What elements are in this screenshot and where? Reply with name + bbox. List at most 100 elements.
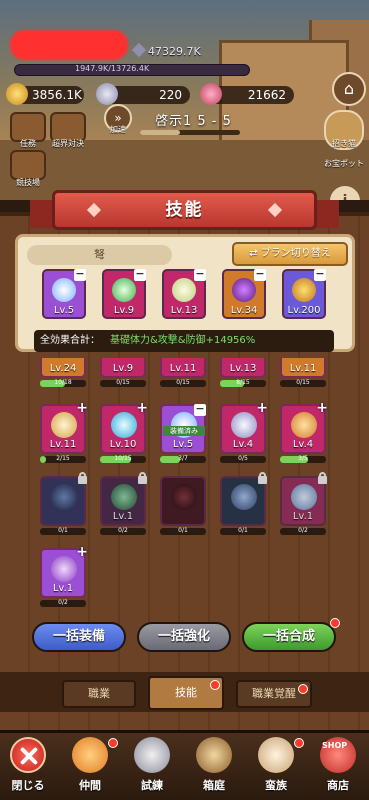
skill-progress: 8/15	[220, 379, 266, 387]
flower-skill-icon	[172, 278, 196, 302]
home-icon[interactable]: ⌂	[332, 72, 366, 106]
skill-card[interactable]: Lv.11	[160, 358, 206, 378]
gem-counter[interactable]: 21662	[200, 83, 294, 105]
combat-power-value: 47329.7K	[148, 45, 201, 58]
plan-switch-button[interactable]: ⇄ プラン切り替え	[232, 242, 348, 266]
lucky-cat-label: 招き猫	[332, 139, 356, 148]
hp-text: 1947.9K/13726.4K	[75, 64, 150, 73]
skill-level: Lv.10	[109, 439, 137, 450]
skill-progress: 3/5	[280, 455, 326, 463]
crossed-swords-icon	[134, 737, 170, 773]
skill-progress: 0/1	[160, 527, 206, 535]
equipped-skill-slot[interactable]: − Lv.5	[42, 268, 86, 319]
knight-skill-icon	[51, 412, 77, 438]
sword-icon	[131, 42, 147, 58]
gold-counter[interactable]: 3856.1K	[6, 83, 84, 105]
skill-progress: 0/15	[100, 379, 146, 387]
nav-garden[interactable]: 箱庭	[186, 735, 242, 797]
skill-card[interactable]: + Lv.1	[40, 544, 88, 598]
banner-ornament-right	[267, 202, 283, 218]
silver-ore-icon	[96, 83, 118, 105]
equip-all-button[interactable]: 一括装備	[32, 622, 126, 652]
unequip-icon[interactable]: −	[134, 268, 146, 281]
skill-level: Lv.4	[232, 439, 254, 450]
skill-grid: Lv.24 10/18 Lv.9 0/15 Lv.11 0/15 Lv.13 8…	[30, 358, 340, 610]
skill-card[interactable]: + Lv.4	[280, 400, 328, 454]
nav-close[interactable]: 閉じる	[0, 735, 56, 797]
plus-icon: +	[76, 400, 88, 416]
unequip-icon[interactable]: −	[74, 268, 86, 281]
unequip-icon[interactable]: −	[254, 268, 266, 281]
skill-card[interactable]	[40, 472, 87, 526]
hp-bar: 1947.9K/13726.4K	[14, 64, 250, 76]
skill-level: Lv.11	[169, 363, 197, 374]
notification-dot	[108, 738, 118, 748]
skill-card[interactable]: Lv.9	[100, 358, 146, 378]
skill-banner: 技能	[52, 190, 317, 230]
equip-all-label: 一括装備	[52, 629, 105, 644]
enhance-all-label: 一括強化	[157, 629, 210, 644]
skill-card[interactable]	[220, 472, 267, 526]
stage-progress	[140, 130, 240, 135]
skill-level: Lv.1	[292, 511, 314, 522]
wizard-skill-icon	[292, 278, 316, 302]
skill-level: Lv.13	[229, 363, 257, 374]
equipped-skill-slot[interactable]: − Lv.34	[222, 268, 266, 319]
arena-label: 競技場	[16, 178, 40, 187]
accelerate-label: 加速	[110, 125, 126, 134]
skill-progress: 0/15	[280, 379, 326, 387]
nav-shop[interactable]: SHOP 商店	[310, 735, 366, 797]
unequip-icon[interactable]: −	[314, 268, 326, 281]
unequip-icon[interactable]: −	[194, 403, 206, 416]
player-name-redacted	[10, 30, 128, 60]
combine-all-label: 一括合成	[262, 629, 315, 644]
skill-progress: 3/7	[160, 455, 206, 463]
gem-value: 21662	[247, 88, 286, 102]
close-icon	[10, 737, 46, 773]
equipped-tag: 装備済み	[163, 426, 205, 436]
skill-card[interactable]: Lv.11	[280, 358, 326, 378]
panel-title: 技能	[165, 200, 204, 220]
skill-card[interactable]	[160, 476, 206, 526]
skill-level: Lv.24	[49, 363, 77, 374]
skill-progress: 0/15	[160, 379, 206, 387]
skill-level: Lv.200	[287, 305, 321, 316]
equipped-skill-slot[interactable]: − Lv.13	[162, 268, 206, 319]
plus-icon: +	[76, 544, 88, 560]
skill-card[interactable]: − 装備済み Lv.5	[160, 403, 206, 454]
black-hole-skill-icon	[171, 484, 197, 510]
arena-button[interactable]	[10, 150, 46, 180]
skill-card[interactable]: Lv.1	[100, 472, 147, 526]
enhance-all-button[interactable]: 一括強化	[137, 622, 231, 652]
silver-value: 220	[159, 88, 182, 102]
skill-card[interactable]: + Lv.11	[40, 400, 88, 454]
skill-card[interactable]: + Lv.10	[100, 400, 148, 454]
lock-icon	[137, 472, 148, 484]
arrow-skill-icon	[111, 484, 137, 510]
skill-level: Lv.9	[112, 363, 134, 374]
skill-level: Lv.1	[52, 583, 74, 594]
skill-progress: 2/15	[40, 455, 86, 463]
skill-progress: 0/1	[220, 527, 266, 535]
silver-counter[interactable]: 220	[96, 83, 190, 105]
nav-trials[interactable]: 試練	[124, 735, 180, 797]
shrine-skill-icon	[51, 556, 77, 582]
plus-icon: +	[316, 400, 328, 416]
notification-dot	[210, 680, 220, 690]
skill-card[interactable]: + Lv.4	[220, 400, 268, 454]
crossover-battle-label: 超界対決	[52, 139, 84, 148]
skill-progress: 0/2	[40, 599, 86, 607]
skill-card[interactable]: Lv.1	[280, 472, 327, 526]
skill-level: Lv.13	[170, 305, 198, 316]
skill-card[interactable]: Lv.24	[40, 358, 86, 378]
skill-progress: 0/5	[220, 455, 266, 463]
tab-class[interactable]: 職業	[62, 680, 136, 708]
skill-level: Lv.11	[289, 363, 317, 374]
unequip-icon[interactable]: −	[194, 268, 206, 281]
skill-card[interactable]: Lv.13	[220, 358, 266, 378]
equipped-skill-slot[interactable]: − Lv.200	[282, 268, 326, 319]
mission-label: 任務	[20, 139, 36, 148]
combine-all-button[interactable]: 一括合成	[242, 622, 336, 652]
equipped-skill-slot[interactable]: − Lv.9	[102, 268, 146, 319]
total-effect-value: 基礎体力&攻撃&防御+14956%	[110, 335, 256, 346]
